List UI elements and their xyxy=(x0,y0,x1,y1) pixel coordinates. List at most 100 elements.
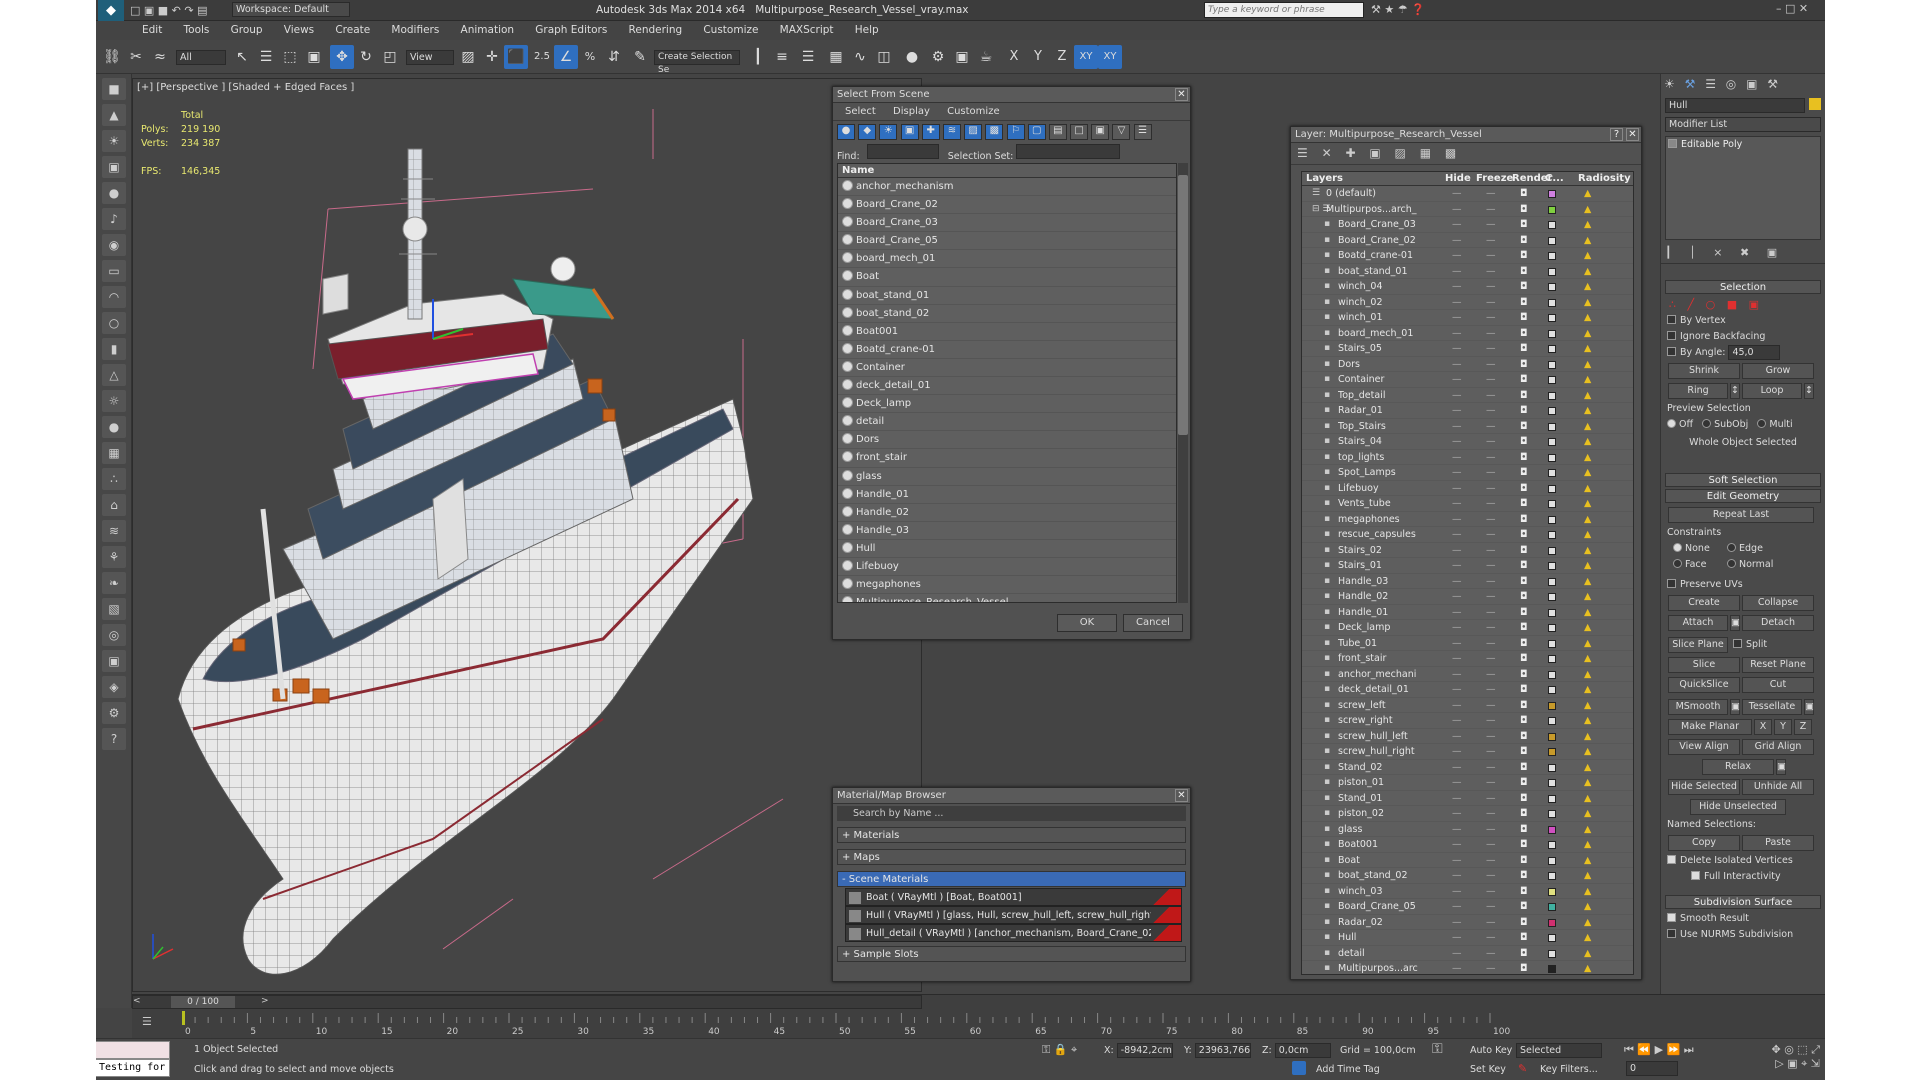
layer-tree-icon[interactable]: ▪ xyxy=(1324,729,1330,744)
hide-toggle-icon[interactable]: — xyxy=(1452,620,1462,635)
particle-icon[interactable]: ∴ xyxy=(102,468,126,490)
menu-modifiers[interactable]: Modifiers xyxy=(391,21,439,40)
radiosity-bulb-icon[interactable]: ▲ xyxy=(1584,822,1591,837)
slice-plane-button[interactable]: Slice Plane xyxy=(1668,637,1728,653)
name-column-header[interactable]: Name xyxy=(838,164,1176,178)
edit-named-selection-icon[interactable]: ✎ xyxy=(628,45,652,69)
hide-unselected-button[interactable]: Hide Unselected xyxy=(1690,799,1786,815)
layer-row[interactable]: ▪ Vents_tube — — ◘ ▲ xyxy=(1302,496,1633,512)
layer-color-swatch[interactable] xyxy=(1548,732,1556,741)
scene-object-row[interactable]: Handle_02 xyxy=(838,504,1176,522)
render-icon[interactable]: ▣ xyxy=(102,650,126,672)
layer-tree-icon[interactable]: ▪ xyxy=(1324,961,1330,974)
display-lights-icon[interactable]: ☀ xyxy=(879,124,898,140)
hide-toggle-icon[interactable]: — xyxy=(1452,682,1462,697)
radiosity-bulb-icon[interactable]: ▲ xyxy=(1584,961,1591,974)
pin-stack-icon[interactable]: ┃ xyxy=(1665,246,1672,259)
view-align-button[interactable]: View Align xyxy=(1668,739,1740,755)
radiosity-bulb-icon[interactable]: ▲ xyxy=(1584,636,1591,651)
render-teapot-icon[interactable]: ◘ xyxy=(1520,729,1528,744)
render-teapot-icon[interactable]: ◘ xyxy=(1520,930,1528,945)
current-frame-field[interactable]: 0 xyxy=(1626,1061,1678,1076)
radiosity-bulb-icon[interactable]: ▲ xyxy=(1584,357,1591,372)
layer-row[interactable]: ▪ winch_02 — — ◘ ▲ xyxy=(1302,295,1633,310)
freeze-toggle-icon[interactable]: — xyxy=(1486,202,1496,217)
layer-color-swatch[interactable] xyxy=(1548,624,1556,632)
render-teapot-icon[interactable]: ◘ xyxy=(1520,357,1528,372)
hide-toggle-icon[interactable]: — xyxy=(1452,264,1462,279)
hierarchy-icon[interactable]: ☰ xyxy=(1133,124,1152,140)
hide-toggle-icon[interactable]: — xyxy=(1452,310,1462,325)
layer-row[interactable]: ▪ Lifebuoy — — ◘ ▲ xyxy=(1302,481,1633,496)
layer-tree-icon[interactable]: ▪ xyxy=(1324,496,1330,511)
selection-set-dropdown[interactable] xyxy=(1016,144,1121,159)
infocenter-icons[interactable]: ⚒ ★ ☂ ❓ xyxy=(1371,3,1425,16)
hide-toggle-icon[interactable]: — xyxy=(1452,419,1462,434)
hide-toggle-icon[interactable]: — xyxy=(1452,248,1462,263)
layer-tree-icon[interactable]: ▪ xyxy=(1324,775,1330,790)
display-spacewarps-icon[interactable]: ≋ xyxy=(942,124,961,140)
render-teapot-icon[interactable]: ◘ xyxy=(1520,558,1528,573)
layer-tree-icon[interactable]: ▪ xyxy=(1324,698,1330,713)
modify-tab-icon[interactable]: ⚒ xyxy=(1685,77,1696,91)
freeze-toggle-icon[interactable]: — xyxy=(1486,651,1496,666)
layer-row[interactable]: ▪ Boat001 — — ◘ ▲ xyxy=(1302,837,1633,853)
track-bar[interactable]: 0 5 10 15 20 25 30 35 40 45 50 55 60 65 70 75 80 85 90 95 10… xyxy=(180,1011,1582,1037)
layer-color-swatch[interactable] xyxy=(1548,918,1556,927)
layer-row[interactable]: ▪ screw_right — — ◘ ▲ xyxy=(1302,713,1633,729)
named-selection-sets-dropdown[interactable]: Create Selection Se xyxy=(654,50,740,75)
layer-color-swatch[interactable] xyxy=(1548,608,1556,617)
freeze-toggle-icon[interactable]: — xyxy=(1486,527,1496,542)
hide-toggle-icon[interactable]: — xyxy=(1452,388,1462,403)
planar-z-button[interactable]: Z xyxy=(1794,719,1812,735)
z-field[interactable]: 0,0cm xyxy=(1274,1043,1331,1058)
configure-sets-icon[interactable]: ▣ xyxy=(1767,246,1777,259)
make-unique-icon[interactable]: ⨯ xyxy=(1713,246,1722,259)
scene-object-row[interactable]: Multipurpose_Research_Vessel xyxy=(838,594,1176,602)
cylinder-icon[interactable]: ▮ xyxy=(102,338,126,360)
layer-tree-icon[interactable]: ▪ xyxy=(1324,527,1330,542)
soft-selection-rollout[interactable]: Soft Selection xyxy=(1665,473,1821,487)
layer-row[interactable]: ▪ screw_left — — ◘ ▲ xyxy=(1302,698,1633,713)
scene-object-row[interactable]: front_stair xyxy=(838,449,1176,468)
render-teapot-icon[interactable]: ◘ xyxy=(1520,791,1528,806)
display-bones-icon[interactable]: ⚐ xyxy=(1006,124,1025,140)
layer-row[interactable]: ▪ deck_detail_01 — — ◘ ▲ xyxy=(1302,682,1633,698)
msmooth-settings-icon[interactable]: ▣ xyxy=(1730,699,1740,715)
make-planar-button[interactable]: Make Planar xyxy=(1668,719,1752,735)
layer-tree-icon[interactable]: ▪ xyxy=(1324,372,1330,387)
layer-row[interactable]: ▪ Stairs_04 — — ◘ ▲ xyxy=(1302,434,1633,450)
hide-toggle-icon[interactable]: — xyxy=(1452,481,1462,496)
layer-tree-icon[interactable]: ▪ xyxy=(1324,295,1330,310)
layer-color-swatch[interactable] xyxy=(1548,205,1556,214)
layer-tree-icon[interactable]: ☰ xyxy=(1312,186,1320,201)
radiosity-bulb-icon[interactable]: ▲ xyxy=(1584,868,1591,883)
pivot-center-icon[interactable]: ▨ xyxy=(456,45,480,69)
menu-graph-editors[interactable]: Graph Editors xyxy=(535,21,607,40)
freeze-toggle-icon[interactable]: — xyxy=(1486,264,1496,279)
sfs-scrollbar[interactable] xyxy=(1178,163,1188,603)
layer-tree-icon[interactable]: ▪ xyxy=(1324,946,1330,961)
layer-tree-icon[interactable]: ▪ xyxy=(1324,791,1330,806)
layer-tree-icon[interactable]: ▪ xyxy=(1324,481,1330,496)
display-invert-icon[interactable]: ▣ xyxy=(1091,124,1110,140)
keyboard-shortcut-override-icon[interactable]: ⬛ xyxy=(504,45,528,69)
layer-color-swatch[interactable] xyxy=(1548,639,1556,648)
layer-color-swatch[interactable] xyxy=(1548,748,1556,756)
freeze-toggle-icon[interactable]: — xyxy=(1486,186,1496,201)
freeze-toggle-icon[interactable]: — xyxy=(1486,868,1496,883)
link-icon[interactable]: ⛓ xyxy=(100,45,124,69)
preserve-uvs-checkbox[interactable]: Preserve UVs xyxy=(1661,577,1825,593)
delete-layer-icon[interactable]: ✕ xyxy=(1322,146,1332,160)
mirror-icon[interactable]: ┃ xyxy=(746,45,770,69)
hide-toggle-icon[interactable]: — xyxy=(1452,295,1462,310)
hide-toggle-icon[interactable]: — xyxy=(1452,543,1462,558)
render-teapot-icon[interactable]: ◘ xyxy=(1520,884,1528,899)
layer-tree-icon[interactable]: ▪ xyxy=(1324,605,1330,620)
layer-row[interactable]: ☰ 0 (default) — — ◘ ▲ xyxy=(1302,186,1633,202)
hair-icon[interactable]: ❧ xyxy=(102,572,126,594)
layer-row[interactable]: ▪ Radar_01 — — ◘ ▲ xyxy=(1302,403,1633,419)
layer-row[interactable]: ▪ Dors — — ◘ ▲ xyxy=(1302,357,1633,372)
dome-icon[interactable]: ◠ xyxy=(102,286,126,308)
layer-color-swatch[interactable] xyxy=(1548,686,1556,694)
